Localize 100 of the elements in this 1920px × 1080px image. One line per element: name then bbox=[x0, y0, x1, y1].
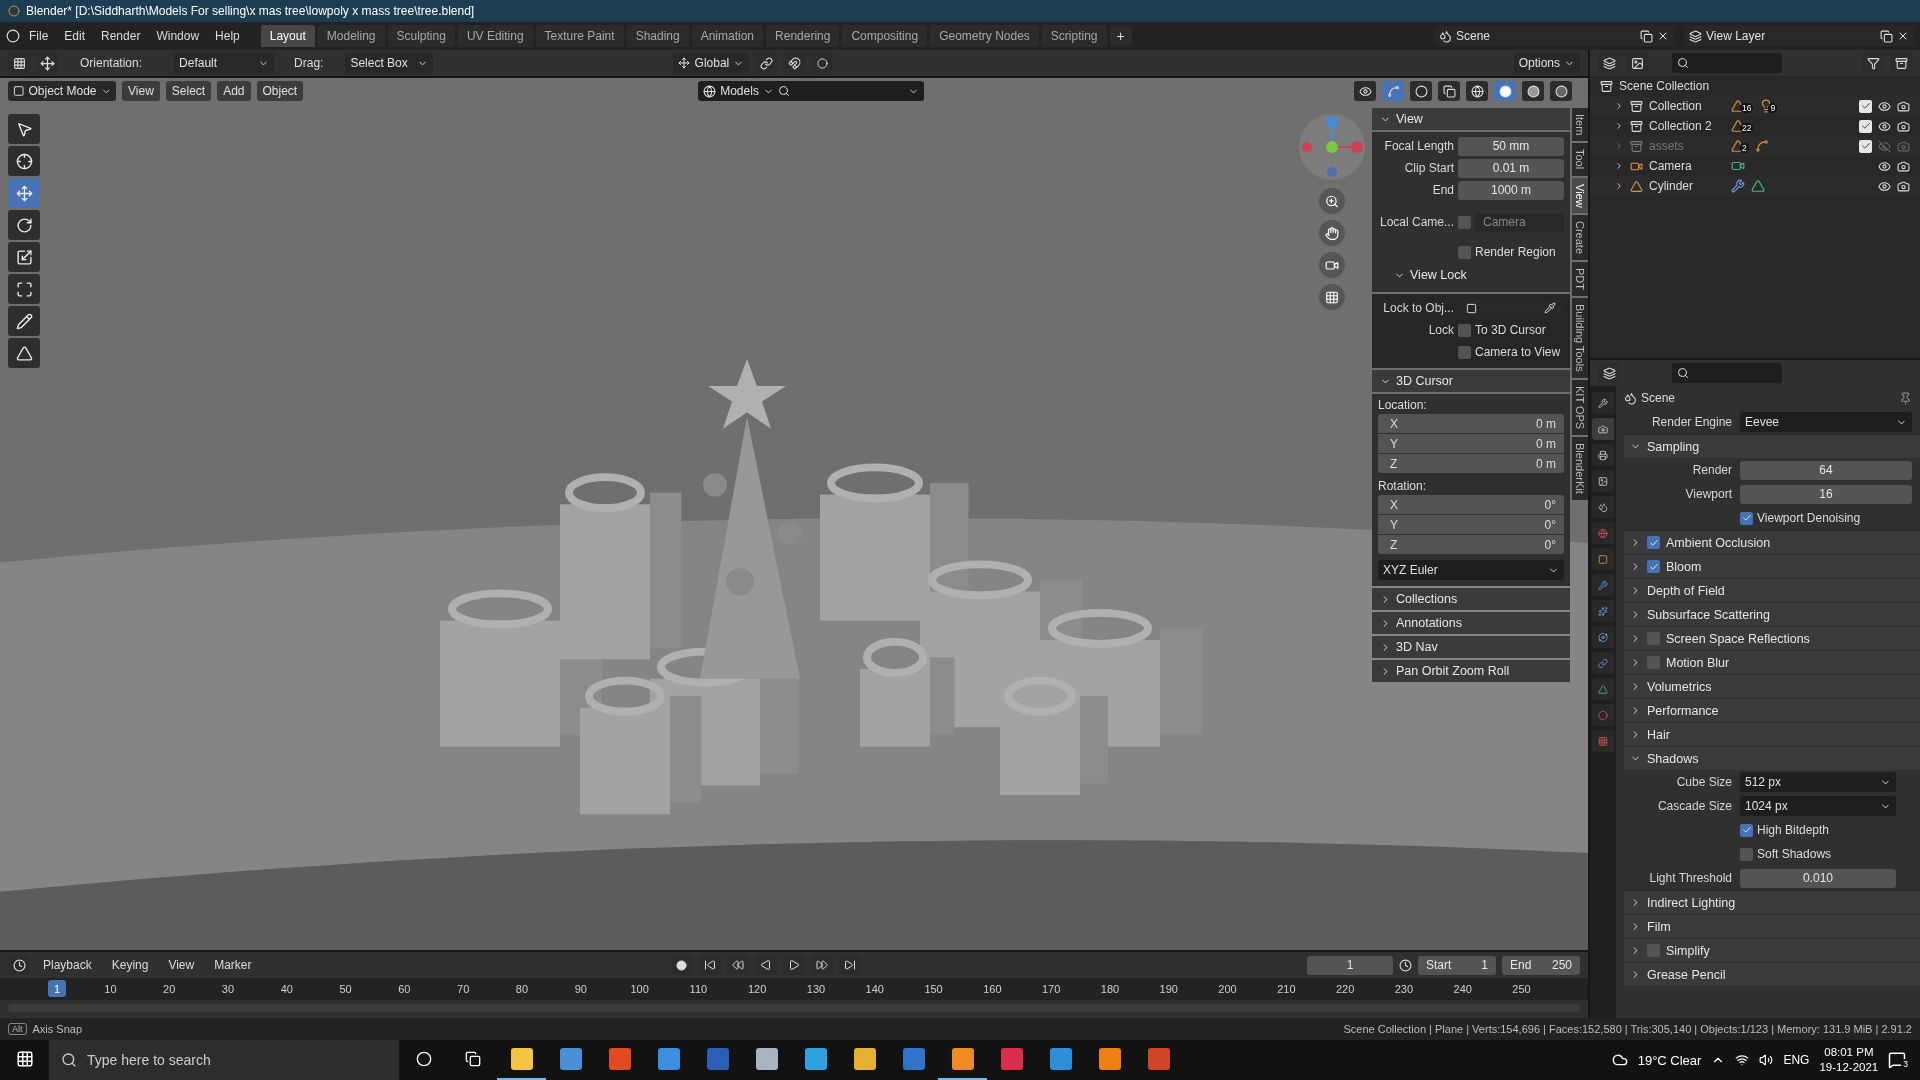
workspace-tab[interactable]: Modeling bbox=[317, 25, 385, 47]
sidebar-tab[interactable]: Create bbox=[1572, 215, 1588, 261]
dropdown[interactable]: 1024 px bbox=[1740, 796, 1896, 816]
number-field[interactable]: 1000 m bbox=[1458, 180, 1564, 200]
timeline-menu[interactable]: Marker bbox=[207, 955, 259, 975]
sidebar-tab[interactable]: View bbox=[1572, 177, 1588, 214]
workspace-tab[interactable]: Animation bbox=[691, 25, 764, 47]
panel-header[interactable]: 3D Nav bbox=[1372, 636, 1570, 658]
camera-field[interactable]: Camera bbox=[1475, 212, 1564, 232]
tree-item[interactable]: Cylinder bbox=[1649, 179, 1725, 193]
clock[interactable]: 08:01 PM 19-12-2021 bbox=[1819, 1045, 1879, 1075]
section-header[interactable]: Screen Space Reflections bbox=[1624, 626, 1920, 650]
coordinate-field[interactable]: Y 0° bbox=[1378, 515, 1564, 534]
workspace-tab[interactable]: Shading bbox=[626, 25, 689, 47]
timeline-menu[interactable]: View bbox=[161, 955, 202, 975]
section-header[interactable]: Simplify bbox=[1624, 938, 1920, 962]
number-field[interactable]: 64 bbox=[1740, 460, 1912, 480]
panel-header[interactable]: View bbox=[1372, 108, 1570, 130]
sidebar-tab[interactable]: Building Tools bbox=[1572, 298, 1588, 378]
viewport-menu[interactable]: Select bbox=[165, 81, 212, 101]
mode-dropdown[interactable]: Object Mode bbox=[8, 81, 116, 101]
section-header[interactable]: Subsurface Scattering bbox=[1624, 602, 1920, 626]
scene-selector[interactable]: Scene bbox=[1434, 26, 1674, 46]
checkbox-option[interactable]: Camera to View bbox=[1458, 343, 1564, 361]
menu-item[interactable]: Render bbox=[94, 26, 148, 46]
search-field[interactable]: Type here to search bbox=[49, 1040, 399, 1080]
panel-header[interactable]: Pan Orbit Zoom Roll bbox=[1372, 660, 1570, 682]
playhead[interactable]: 1 bbox=[48, 980, 66, 997]
panel-header[interactable]: 3D Cursor bbox=[1372, 370, 1570, 392]
section-header[interactable]: Grease Pencil bbox=[1624, 962, 1920, 986]
view-layer-selector[interactable]: View Layer bbox=[1684, 26, 1914, 46]
workspace-tab[interactable]: Geometry Nodes bbox=[930, 25, 1039, 47]
number-field[interactable]: 0.01 m bbox=[1458, 158, 1564, 178]
add-workspace-button[interactable]: + bbox=[1109, 26, 1132, 46]
coordinate-field[interactable]: X 0 m bbox=[1378, 414, 1564, 433]
frame-number: 250 bbox=[1511, 983, 1532, 995]
collection-filter[interactable]: Models bbox=[698, 81, 925, 101]
tree-item[interactable]: Collection bbox=[1649, 99, 1725, 113]
sidebar-tab[interactable]: Item bbox=[1572, 108, 1588, 142]
section-header[interactable]: Indirect Lighting bbox=[1624, 890, 1920, 914]
checkbox-option[interactable]: High Bitdepth bbox=[1740, 821, 1912, 839]
orientation-dropdown[interactable]: Default bbox=[174, 53, 275, 73]
tree-item[interactable]: Collection 2 bbox=[1649, 119, 1725, 133]
section-header[interactable]: Film bbox=[1624, 914, 1920, 938]
section-header[interactable]: Hair bbox=[1624, 722, 1920, 746]
rotation-mode-dropdown[interactable]: XYZ Euler bbox=[1378, 560, 1564, 580]
dropdown[interactable]: 512 px bbox=[1740, 772, 1896, 792]
viewport-menu[interactable]: Object bbox=[256, 81, 304, 101]
section-header[interactable]: Shadows bbox=[1624, 746, 1920, 770]
checkbox-option[interactable]: To 3D Cursor bbox=[1458, 321, 1564, 339]
transform-orientation-dropdown[interactable]: Global bbox=[673, 53, 750, 73]
section-header[interactable]: Depth of Field bbox=[1624, 578, 1920, 602]
sidebar-tab[interactable]: PDT bbox=[1572, 262, 1588, 297]
section-header[interactable]: Bloom bbox=[1624, 554, 1920, 578]
timeline-menu[interactable]: Keying bbox=[104, 955, 156, 975]
subpanel-header[interactable]: View Lock bbox=[1378, 264, 1564, 286]
panel-header[interactable]: Annotations bbox=[1372, 612, 1570, 634]
sidebar-tab[interactable]: Tool bbox=[1572, 143, 1588, 176]
current-frame-field[interactable]: 1 bbox=[1307, 955, 1393, 975]
workspace-tab[interactable]: UV Editing bbox=[457, 25, 533, 47]
coordinate-field[interactable]: Y 0 m bbox=[1378, 434, 1564, 453]
viewport-menu[interactable]: View bbox=[122, 81, 160, 101]
workspace-tab[interactable]: Layout bbox=[260, 25, 315, 47]
section-header[interactable]: Motion Blur bbox=[1624, 650, 1920, 674]
coordinate-field[interactable]: Z 0° bbox=[1378, 535, 1564, 554]
menu-item[interactable]: Window bbox=[149, 26, 207, 46]
section-header[interactable]: Volumetrics bbox=[1624, 674, 1920, 698]
start-frame-field[interactable]: Start 1 bbox=[1418, 955, 1496, 975]
menu-item[interactable]: File bbox=[22, 26, 56, 46]
checkbox-option[interactable]: Viewport Denoising bbox=[1740, 509, 1912, 527]
frame-number: 150 bbox=[923, 983, 944, 995]
checkbox-option[interactable]: Soft Shadows bbox=[1740, 845, 1912, 863]
coordinate-field[interactable]: Z 0 m bbox=[1378, 454, 1564, 473]
options-dropdown[interactable]: Options bbox=[1513, 53, 1580, 73]
menu-item[interactable]: Help bbox=[208, 26, 247, 46]
coordinate-field[interactable]: X 0° bbox=[1378, 495, 1564, 514]
drag-dropdown[interactable]: Select Box bbox=[345, 53, 434, 73]
workspace-tab[interactable]: Texture Paint bbox=[535, 25, 624, 47]
viewport-menu[interactable]: Add bbox=[217, 81, 251, 101]
checkbox-option[interactable]: Render Region bbox=[1458, 243, 1564, 261]
tree-item[interactable]: Camera bbox=[1649, 159, 1725, 173]
workspace-tab[interactable]: Sculpting bbox=[387, 25, 455, 47]
section-header[interactable]: Ambient Occlusion bbox=[1624, 530, 1920, 554]
frame-ruler[interactable]: 1 10 20 30 40 50 60 70 80 90 100 110 120 130 140 150 160 170 180 190 200 210 220 230 240 250 bbox=[0, 978, 1588, 1000]
sidebar-tab[interactable]: KIT OPS bbox=[1572, 379, 1588, 436]
timeline-menu[interactable]: Playback bbox=[36, 955, 99, 975]
tree-item[interactable]: Scene Collection bbox=[1619, 79, 1710, 93]
sidebar-tab[interactable]: BlenderKit bbox=[1572, 437, 1588, 500]
workspace-tab[interactable]: Compositing bbox=[842, 25, 928, 47]
panel-header[interactable]: Collections bbox=[1372, 588, 1570, 610]
workspace-tab[interactable]: Scripting bbox=[1041, 25, 1107, 47]
number-field[interactable]: 50 mm bbox=[1458, 136, 1564, 156]
end-frame-field[interactable]: End 250 bbox=[1502, 955, 1580, 975]
menu-item[interactable]: Edit bbox=[57, 26, 93, 46]
section-header[interactable]: Sampling bbox=[1624, 434, 1920, 458]
number-field[interactable]: 0.010 bbox=[1740, 868, 1896, 888]
render-engine-dropdown[interactable]: Eevee bbox=[1740, 412, 1912, 432]
section-header[interactable]: Performance bbox=[1624, 698, 1920, 722]
workspace-tab[interactable]: Rendering bbox=[766, 25, 840, 47]
number-field[interactable]: 16 bbox=[1740, 484, 1912, 504]
